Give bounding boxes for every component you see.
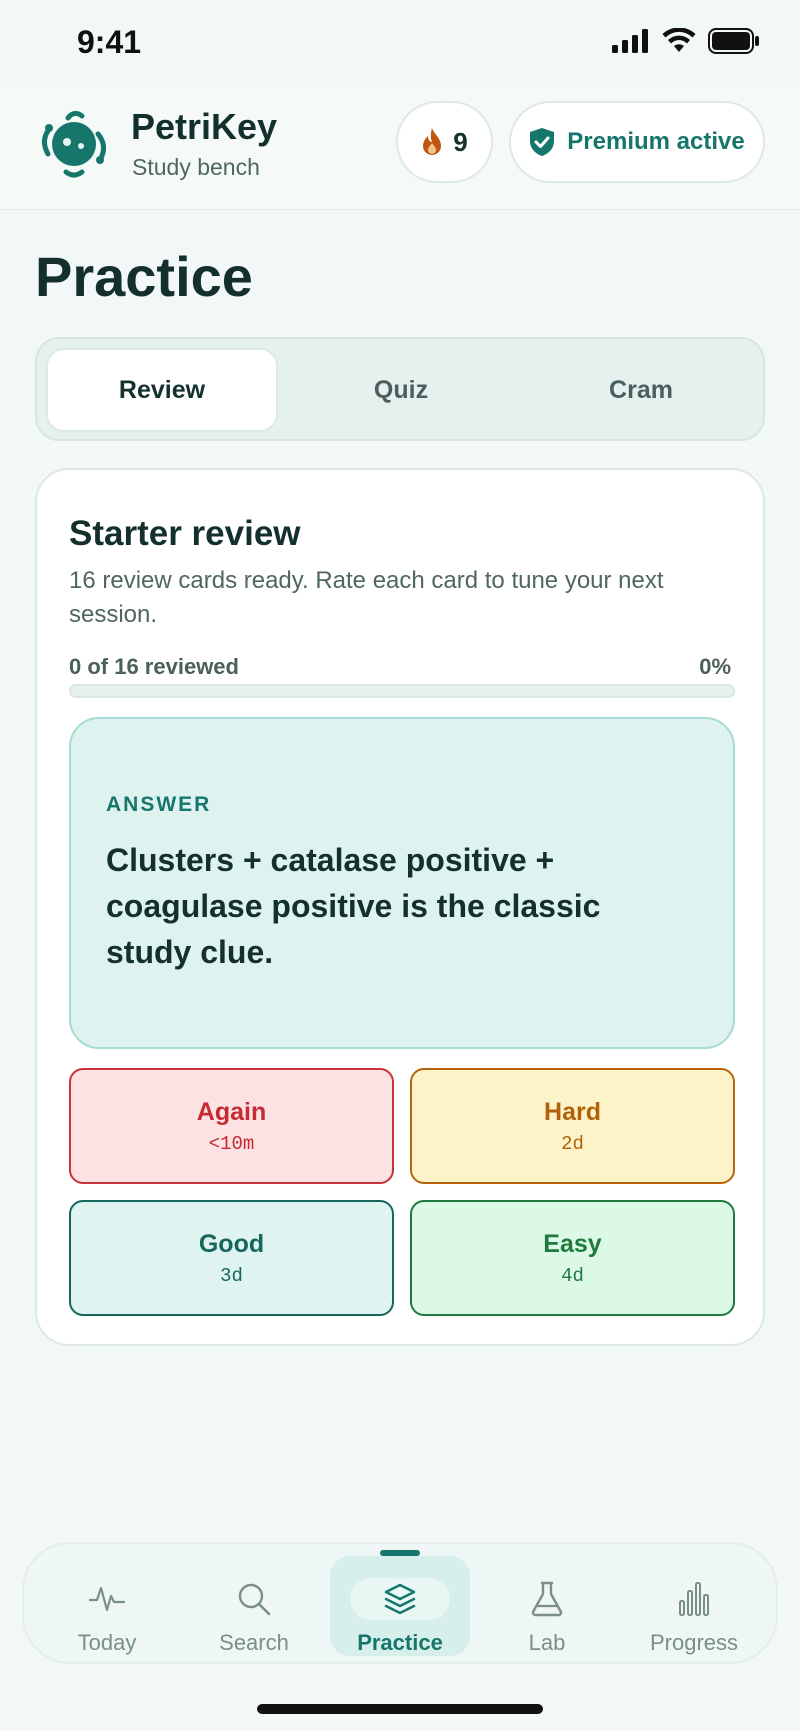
- review-card-description: 16 review cards ready. Rate each card to…: [69, 567, 664, 628]
- streak-count: 9: [453, 126, 468, 157]
- tab-quiz[interactable]: Quiz: [285, 348, 517, 432]
- tab-review[interactable]: Review: [46, 348, 278, 432]
- review-card-title: Starter review: [69, 514, 301, 553]
- easy-button[interactable]: Easy 4d: [410, 1200, 735, 1316]
- nav-tab-progress[interactable]: Progress: [624, 1556, 764, 1656]
- review-progress-bar: [69, 684, 735, 698]
- hard-interval: 2d: [561, 1132, 584, 1155]
- shield-check-icon: [530, 128, 555, 156]
- answer-label: ANSWER: [106, 793, 212, 816]
- app-header: PetriKey Study bench 9 Premium active: [0, 86, 800, 210]
- layers-icon: [384, 1583, 416, 1615]
- premium-status-badge[interactable]: Premium active: [509, 101, 765, 183]
- battery-icon: [708, 28, 759, 54]
- status-bar: 9:41: [0, 0, 800, 86]
- flame-icon: [423, 128, 442, 155]
- hard-button[interactable]: Hard 2d: [410, 1068, 735, 1184]
- easy-label: Easy: [543, 1229, 602, 1258]
- nav-label-lab: Lab: [528, 1630, 566, 1655]
- nav-tab-practice[interactable]: Practice: [330, 1550, 470, 1656]
- review-progress-percent: 0%: [699, 654, 731, 679]
- petrikey-logo-icon: [42, 110, 106, 178]
- good-button[interactable]: Good 3d: [69, 1200, 394, 1316]
- review-card: Starter review 16 review cards ready. Ra…: [35, 468, 765, 1346]
- flashcard-answer[interactable]: ANSWER Clusters + catalase positive + co…: [69, 717, 735, 1049]
- home-indicator[interactable]: [257, 1704, 543, 1714]
- hard-label: Hard: [544, 1097, 601, 1126]
- premium-label: Premium active: [567, 128, 745, 155]
- status-icons: [612, 28, 760, 54]
- cellular-signal-icon: [612, 29, 648, 53]
- active-tab-indicator: [380, 1550, 420, 1556]
- app-name: PetriKey: [131, 106, 278, 147]
- tab-cram[interactable]: Cram: [525, 348, 757, 432]
- review-progress-label: 0 of 16 reviewed: [69, 654, 239, 679]
- pulse-icon: [89, 1586, 125, 1612]
- nav-label-practice: Practice: [357, 1630, 443, 1655]
- wifi-icon: [662, 28, 696, 52]
- flask-icon: [531, 1581, 563, 1617]
- bottom-tab-bar: Today Search Practice Lab Progress: [22, 1542, 778, 1664]
- nav-label-today: Today: [77, 1630, 137, 1655]
- streak-badge[interactable]: 9: [396, 101, 493, 183]
- nav-tab-search[interactable]: Search: [184, 1556, 324, 1656]
- nav-tab-lab[interactable]: Lab: [477, 1556, 617, 1656]
- again-label: Again: [196, 1097, 267, 1126]
- good-interval: 3d: [220, 1264, 243, 1287]
- again-interval: <10m: [208, 1132, 255, 1155]
- easy-interval: 4d: [561, 1264, 584, 1287]
- answer-text: Clusters + catalase positive + coagulase…: [106, 842, 601, 970]
- app-subtitle: Study bench: [132, 154, 260, 180]
- status-time: 9:41: [77, 24, 142, 60]
- nav-label-search: Search: [219, 1630, 289, 1655]
- again-button[interactable]: Again <10m: [69, 1068, 394, 1184]
- nav-label-progress: Progress: [649, 1630, 739, 1655]
- search-icon: [238, 1583, 271, 1616]
- bar-chart-icon: [679, 1582, 709, 1616]
- good-label: Good: [198, 1229, 265, 1258]
- practice-mode-segmented-control: Review Quiz Cram: [35, 337, 765, 441]
- nav-tab-today[interactable]: Today: [37, 1556, 177, 1656]
- page-title: Practice: [35, 245, 253, 308]
